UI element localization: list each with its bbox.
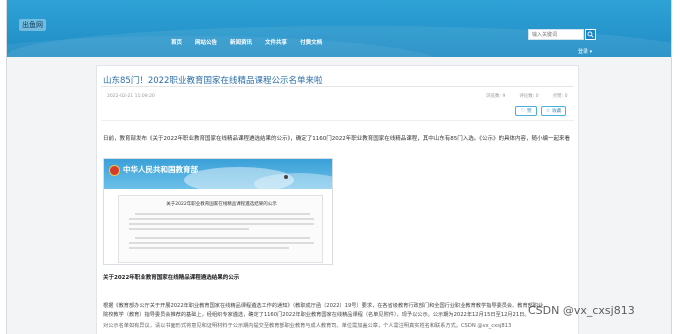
article-intro-paragraph: 日前，教育部发布《关于2022年职业教育国家在线精品课程遴选结果的公示》，确定了… [103, 136, 570, 142]
nav-item-paid-docs[interactable]: 付费文档 [300, 38, 322, 46]
like-button-label: 赞 [526, 109, 532, 114]
text-line-placeholder [129, 228, 249, 230]
text-line-placeholder [129, 242, 314, 244]
paragraph-line: 根据《教育部办公厅关于开展2022年职业教育国家在线精品课程遴选工作的通知》（教… [103, 303, 544, 309]
nav-item-news[interactable]: 新闻资讯 [230, 38, 252, 46]
text-line-placeholder [129, 223, 314, 225]
comment-count: 评论数: 0 [519, 94, 539, 99]
search-button[interactable] [585, 29, 596, 40]
nav-item-announcements[interactable]: 网站公告 [195, 38, 217, 46]
text-line-placeholder [135, 237, 310, 239]
article-title: 山东85门！2022职业教育国家在线精品课程公示名单来啦 [103, 76, 323, 86]
divider [101, 86, 574, 87]
article-date: 2022-02-21 11:09:20 [107, 94, 155, 99]
like-count: 点赞: 0 [552, 94, 568, 99]
text-line-placeholder [135, 213, 310, 215]
embedded-notice-title: 关于2022年职业教育国家在线精品课程遴选结果的公示 [166, 202, 277, 207]
login-dropdown[interactable]: 登录 ▾ [578, 48, 592, 55]
article-stats: 浏览数: 9 评论数: 0 点赞: 0 [486, 93, 567, 99]
view-count: 浏览数: 9 [486, 94, 506, 99]
notice-heading: 关于2022年职业教育国家在线精品课程遴选结果的公示 [103, 275, 240, 281]
star-icon: ☆ [545, 107, 551, 114]
like-button[interactable]: ♡ 赞 [515, 106, 537, 116]
main-nav: 首页 网站公告 新闻资讯 文件共享 付费文档 [171, 38, 322, 46]
paragraph-line: 院校教学（教育）指导委员会推荐的基础上，经组织专家遴选，确定了1160门2022… [103, 312, 530, 318]
ministry-banner: 中华人民共和国教育部 [104, 159, 332, 189]
favorite-button-label: 收藏 [552, 109, 562, 114]
favorite-button[interactable]: ☆ 收藏 [541, 106, 566, 116]
site-logo[interactable]: 出鱼网 [19, 19, 46, 31]
embedded-notice-body: 关于2022年职业教育国家在线精品课程遴选结果的公示 [118, 195, 323, 263]
nav-item-file-share[interactable]: 文件共享 [265, 38, 287, 46]
csdn-watermark: CSDN @vx_cxsj813 [528, 304, 635, 317]
mouse-cursor-icon [284, 175, 288, 179]
text-line-placeholder [129, 247, 289, 249]
banner-cloud-decoration [254, 173, 332, 189]
national-emblem-icon [109, 165, 120, 176]
ministry-name: 中华人民共和国教育部 [123, 165, 198, 174]
left-window-edge [0, 0, 7, 334]
article-card: 山东85门！2022职业教育国家在线精品课程公示名单来啦 2022-02-21 … [96, 65, 579, 334]
article-body-paragraph: 根据《教育部办公厅关于开展2022年职业教育国家在线精品课程遴选工作的通知》（教… [103, 302, 577, 320]
site-header: 出鱼网 首页 网站公告 新闻资讯 文件共享 付费文档 登录 ▾ [7, 0, 671, 57]
search-icon [587, 31, 594, 38]
nav-item-home[interactable]: 首页 [171, 38, 182, 46]
divider [101, 120, 574, 121]
article-body-paragraph-cut: 对公示名单如有异议，请以书面形式将意见和证明材料于公示期内提交至教育部职业教育与… [103, 323, 512, 329]
text-line-placeholder [129, 218, 314, 220]
search-input[interactable] [528, 29, 584, 40]
thumbs-up-icon: ♡ [520, 107, 525, 114]
right-window-edge [671, 0, 680, 334]
embedded-screenshot: 中华人民共和国教育部 关于2022年职业教育国家在线精品课程遴选结果的公示 [103, 158, 333, 265]
